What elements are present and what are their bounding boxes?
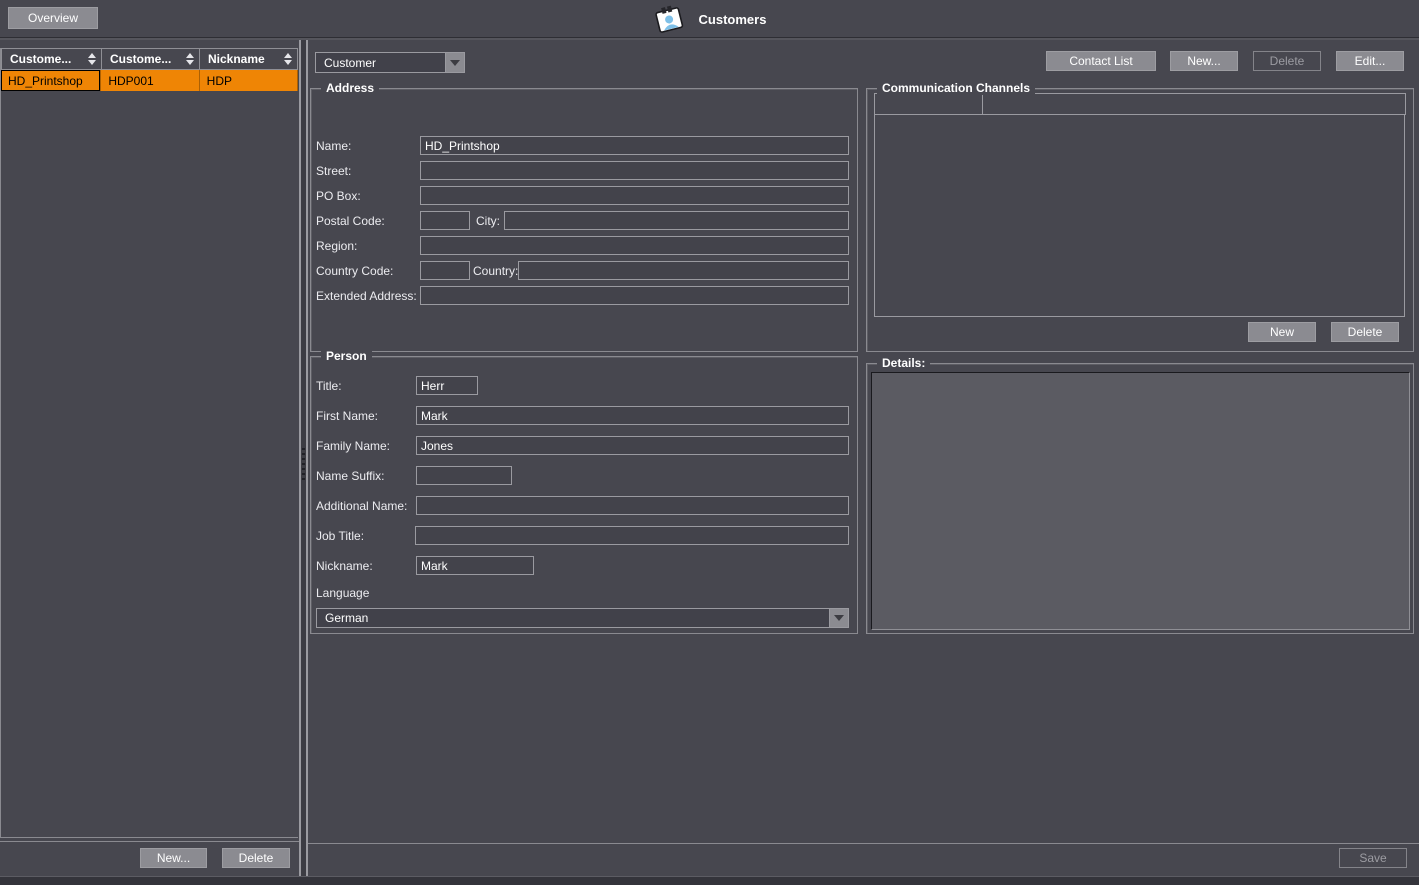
communication-channels-title: Communication Channels (877, 81, 1035, 95)
communication-channels-group: Communication Channels New Delete (866, 88, 1414, 352)
column-header-customer-2[interactable]: Custome... (101, 48, 200, 70)
contact-list-button[interactable]: Contact List (1046, 51, 1156, 71)
column-header-nickname[interactable]: Nickname (199, 48, 298, 70)
title-label: Title: (316, 379, 416, 393)
nickname-field[interactable] (416, 556, 534, 575)
chevron-down-icon[interactable] (829, 609, 848, 627)
view-selector-dropdown[interactable]: Customer (315, 52, 465, 73)
customer-delete-button[interactable]: Delete (222, 848, 290, 868)
name-suffix-label: Name Suffix: (316, 469, 416, 483)
splitter-grip-icon (302, 448, 305, 481)
country-code-field[interactable] (420, 261, 470, 280)
country-code-label: Country Code: (316, 264, 420, 278)
first-name-field[interactable] (416, 406, 849, 425)
nickname-label: Nickname: (316, 559, 416, 573)
channel-new-button[interactable]: New (1248, 322, 1316, 342)
street-label: Street: (316, 164, 420, 178)
toolbar-edit-button[interactable]: Edit... (1336, 51, 1404, 71)
name-field[interactable] (420, 136, 849, 155)
toolbar-new-button[interactable]: New... (1170, 51, 1238, 71)
communication-channels-table-body[interactable] (874, 115, 1405, 317)
cell-nickname[interactable]: HDP (200, 70, 298, 91)
channel-delete-button[interactable]: Delete (1331, 322, 1399, 342)
language-label: Language (316, 586, 369, 600)
panel-splitter[interactable] (299, 40, 308, 876)
language-value: German (317, 611, 829, 625)
details-group: Details: (866, 363, 1414, 634)
customer-table-header: Custome... Custome... Nickname (1, 48, 298, 70)
person-group-title: Person (321, 349, 372, 363)
country-field[interactable] (518, 261, 849, 280)
column-header-customer-1[interactable]: Custome... (1, 48, 102, 70)
country-label: Country: (473, 264, 518, 278)
right-footer-divider (308, 843, 1419, 844)
view-selector-value: Customer (316, 56, 445, 70)
toolbar-delete-button[interactable]: Delete (1253, 51, 1321, 71)
family-name-label: Family Name: (316, 439, 416, 453)
column-header-label: Custome... (10, 52, 71, 66)
sort-icon[interactable] (284, 53, 292, 65)
title-field[interactable] (416, 376, 478, 395)
table-row-selected[interactable]: HD_Printshop HDP001 HDP (1, 70, 298, 91)
communication-channels-table (874, 93, 1405, 317)
status-strip (0, 876, 1419, 885)
additional-name-label: Additional Name: (316, 499, 416, 513)
sort-icon[interactable] (186, 53, 194, 65)
extended-address-field[interactable] (420, 286, 849, 305)
channel-type-column-header[interactable] (874, 93, 983, 115)
cell-customer-number[interactable]: HDP001 (101, 70, 199, 91)
job-title-label: Job Title: (316, 529, 416, 543)
customer-new-button[interactable]: New... (140, 848, 207, 868)
column-header-label: Custome... (110, 52, 171, 66)
person-group: Person Title: First Name: Family Name: N… (310, 356, 858, 634)
left-footer-divider (0, 841, 299, 842)
column-header-label: Nickname (208, 52, 265, 66)
city-field[interactable] (504, 211, 849, 230)
language-dropdown[interactable]: German (316, 608, 849, 628)
po-box-field[interactable] (420, 186, 849, 205)
save-button[interactable]: Save (1339, 848, 1407, 868)
family-name-field[interactable] (416, 436, 849, 455)
customer-table: Custome... Custome... Nickname HD_Prints… (0, 48, 298, 838)
chevron-down-icon[interactable] (445, 53, 464, 72)
title-area: Customers (0, 0, 1419, 38)
details-group-title: Details: (877, 356, 930, 370)
address-group: Address Name: Street: PO Box: Postal Cod… (310, 88, 858, 352)
first-name-label: First Name: (316, 409, 416, 423)
address-group-title: Address (321, 81, 379, 95)
name-suffix-field[interactable] (416, 466, 512, 485)
sort-icon[interactable] (88, 53, 96, 65)
channel-value-column-header[interactable] (982, 93, 1406, 115)
additional-name-field[interactable] (416, 496, 849, 515)
po-box-label: PO Box: (316, 189, 420, 203)
extended-address-label: Extended Address: (316, 289, 420, 303)
city-label: City: (476, 214, 500, 228)
cell-customer-name[interactable]: HD_Printshop (1, 70, 101, 91)
name-label: Name: (316, 139, 420, 153)
details-textarea[interactable] (871, 372, 1410, 630)
postal-code-label: Postal Code: (316, 214, 420, 228)
page-title: Customers (699, 12, 767, 27)
postal-code-field[interactable] (420, 211, 470, 230)
communication-channels-table-header (874, 93, 1405, 115)
street-field[interactable] (420, 161, 849, 180)
region-label: Region: (316, 239, 420, 253)
region-field[interactable] (420, 236, 849, 255)
customers-badge-icon (653, 3, 685, 35)
job-title-field-wide[interactable] (415, 526, 849, 545)
